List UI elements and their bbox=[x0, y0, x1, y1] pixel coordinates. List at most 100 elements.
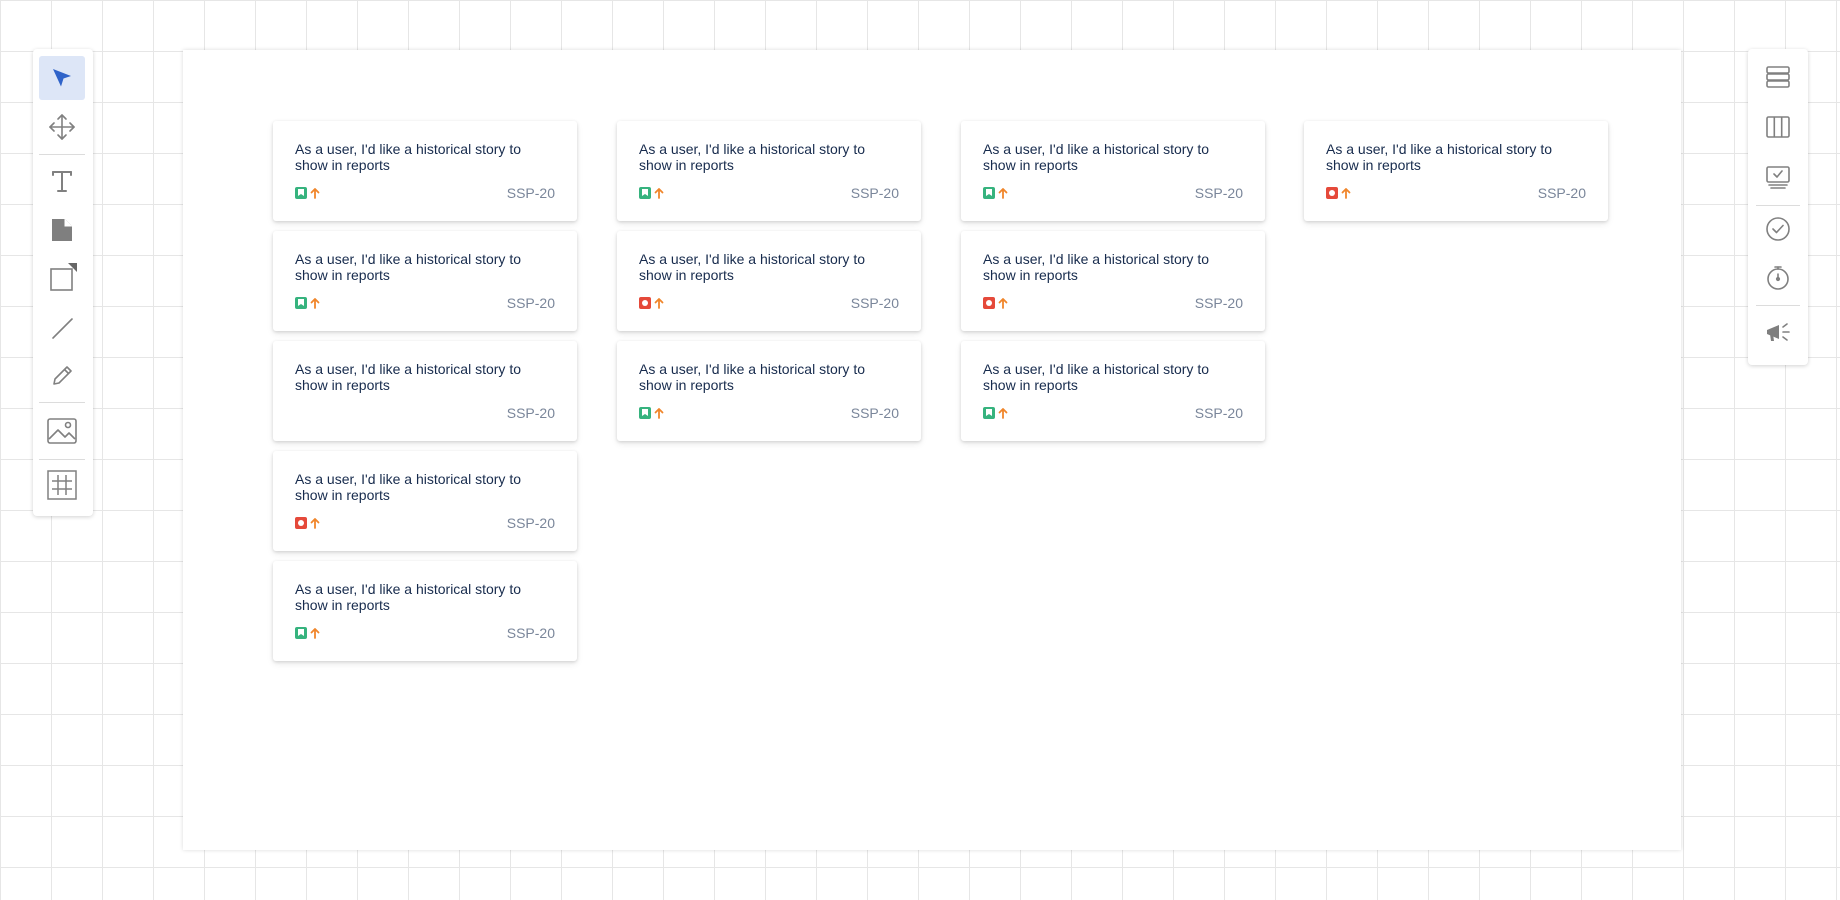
issue-key[interactable]: SSP-20 bbox=[851, 295, 899, 311]
priority-high-icon bbox=[654, 408, 664, 419]
bug-type-icon bbox=[1326, 187, 1338, 199]
issue-card[interactable]: As a user, I'd like a historical story t… bbox=[273, 451, 577, 551]
issue-key[interactable]: SSP-20 bbox=[1195, 185, 1243, 201]
bug-type-icon bbox=[639, 297, 651, 309]
story-type-icon bbox=[295, 297, 307, 309]
issue-key[interactable]: SSP-20 bbox=[507, 405, 555, 421]
issue-card[interactable]: As a user, I'd like a historical story t… bbox=[961, 231, 1265, 331]
toolbar-divider bbox=[39, 154, 85, 155]
issue-key[interactable]: SSP-20 bbox=[851, 405, 899, 421]
card-footer: SSP-20 bbox=[295, 625, 555, 641]
priority-high-icon bbox=[1341, 188, 1351, 199]
card-summary: As a user, I'd like a historical story t… bbox=[639, 361, 865, 393]
card-footer: SSP-20 bbox=[983, 405, 1243, 421]
backlog-tool[interactable] bbox=[1756, 55, 1800, 99]
card-footer: SSP-20 bbox=[639, 405, 899, 421]
priority-high-icon bbox=[310, 518, 320, 529]
priority-high-icon bbox=[310, 298, 320, 309]
megaphone-icon bbox=[1767, 323, 1790, 341]
card-summary: As a user, I'd like a historical story t… bbox=[983, 251, 1209, 283]
card-summary: As a user, I'd like a historical story t… bbox=[295, 471, 521, 503]
left-toolbar bbox=[33, 49, 93, 516]
priority-high-icon bbox=[310, 188, 320, 199]
frame-icon bbox=[47, 470, 77, 500]
bug-type-icon bbox=[983, 297, 995, 309]
issue-card[interactable]: As a user, I'd like a historical story t… bbox=[961, 341, 1265, 441]
image-tool[interactable] bbox=[39, 409, 85, 453]
issue-card[interactable]: As a user, I'd like a historical story t… bbox=[1304, 121, 1608, 221]
sticky-note-icon bbox=[52, 219, 72, 241]
issue-card[interactable]: As a user, I'd like a historical story t… bbox=[617, 231, 921, 331]
issue-key[interactable]: SSP-20 bbox=[507, 185, 555, 201]
card-footer: SSP-20 bbox=[1326, 185, 1586, 201]
card-footer: SSP-20 bbox=[295, 185, 555, 201]
story-type-icon bbox=[983, 187, 995, 199]
issue-key[interactable]: SSP-20 bbox=[851, 185, 899, 201]
card-summary: As a user, I'd like a historical story t… bbox=[639, 251, 865, 283]
board-frame[interactable]: As a user, I'd like a historical story t… bbox=[183, 50, 1681, 850]
sticky-note-tool[interactable] bbox=[39, 208, 85, 252]
line-icon bbox=[52, 318, 73, 339]
bug-type-icon bbox=[295, 517, 307, 529]
issue-key[interactable]: SSP-20 bbox=[1538, 185, 1586, 201]
toolbar-divider bbox=[39, 459, 85, 460]
card-footer: SSP-20 bbox=[295, 295, 555, 311]
priority-high-icon bbox=[654, 298, 664, 309]
card-footer: SSP-20 bbox=[295, 405, 555, 421]
card-summary: As a user, I'd like a historical story t… bbox=[295, 361, 521, 393]
sprint-tool[interactable] bbox=[1756, 155, 1800, 199]
issue-card[interactable]: As a user, I'd like a historical story t… bbox=[961, 121, 1265, 221]
priority-high-icon bbox=[998, 408, 1008, 419]
announce-tool[interactable] bbox=[1756, 310, 1800, 354]
pan-tool[interactable] bbox=[39, 105, 85, 149]
priority-high-icon bbox=[998, 188, 1008, 199]
frame-tool[interactable] bbox=[39, 463, 85, 507]
priority-high-icon bbox=[998, 298, 1008, 309]
card-summary: As a user, I'd like a historical story t… bbox=[983, 361, 1209, 393]
move-arrows-icon bbox=[49, 114, 75, 140]
issue-card[interactable]: As a user, I'd like a historical story t… bbox=[617, 121, 921, 221]
card-footer: SSP-20 bbox=[639, 295, 899, 311]
rectangle-icon bbox=[50, 263, 77, 291]
card-footer: SSP-20 bbox=[639, 185, 899, 201]
story-type-icon bbox=[983, 407, 995, 419]
card-summary: As a user, I'd like a historical story t… bbox=[1326, 141, 1552, 173]
issue-key[interactable]: SSP-20 bbox=[1195, 295, 1243, 311]
text-t-icon bbox=[52, 171, 72, 192]
toolbar-divider bbox=[1756, 205, 1800, 206]
stacked-list-icon bbox=[1766, 66, 1790, 88]
toolbar-divider bbox=[39, 402, 85, 403]
select-tool[interactable] bbox=[39, 56, 85, 100]
columns-icon bbox=[1766, 116, 1790, 138]
story-type-icon bbox=[639, 407, 651, 419]
shape-tool[interactable] bbox=[39, 256, 85, 300]
story-type-icon bbox=[295, 627, 307, 639]
text-tool[interactable] bbox=[39, 159, 85, 203]
done-tool[interactable] bbox=[1756, 207, 1800, 251]
card-summary: As a user, I'd like a historical story t… bbox=[639, 141, 865, 173]
issue-card[interactable]: As a user, I'd like a historical story t… bbox=[273, 231, 577, 331]
issue-key[interactable]: SSP-20 bbox=[507, 295, 555, 311]
issue-key[interactable]: SSP-20 bbox=[507, 625, 555, 641]
issue-card[interactable]: As a user, I'd like a historical story t… bbox=[617, 341, 921, 441]
card-summary: As a user, I'd like a historical story t… bbox=[295, 141, 521, 173]
issue-card[interactable]: As a user, I'd like a historical story t… bbox=[273, 121, 577, 221]
pen-tool[interactable] bbox=[39, 354, 85, 398]
card-footer: SSP-20 bbox=[295, 515, 555, 531]
timer-tool[interactable] bbox=[1756, 256, 1800, 300]
card-summary: As a user, I'd like a historical story t… bbox=[295, 581, 521, 613]
card-summary: As a user, I'd like a historical story t… bbox=[983, 141, 1209, 173]
card-summary: As a user, I'd like a historical story t… bbox=[295, 251, 521, 283]
board-tool[interactable] bbox=[1756, 105, 1800, 149]
image-icon bbox=[47, 418, 77, 444]
issue-key[interactable]: SSP-20 bbox=[507, 515, 555, 531]
issue-card[interactable]: As a user, I'd like a historical story t… bbox=[273, 341, 577, 441]
toolbar-divider bbox=[1756, 305, 1800, 306]
issue-key[interactable]: SSP-20 bbox=[1195, 405, 1243, 421]
check-circle-icon bbox=[1766, 217, 1790, 241]
right-toolbar bbox=[1748, 49, 1808, 365]
priority-high-icon bbox=[310, 628, 320, 639]
line-tool[interactable] bbox=[39, 306, 85, 350]
issue-card[interactable]: As a user, I'd like a historical story t… bbox=[273, 561, 577, 661]
priority-high-icon bbox=[654, 188, 664, 199]
